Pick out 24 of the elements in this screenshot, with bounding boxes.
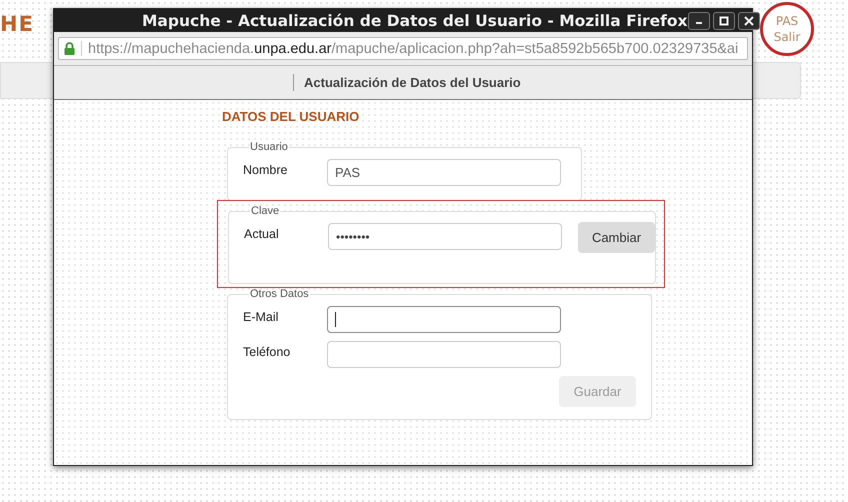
address-bar[interactable]: https://mapuchehacienda.unpa.edu.ar/mapuche/aplicacion.php?ah=st5a8592b565b700.02329735&ai [58, 37, 748, 60]
page-title: Actualización de Datos del Usuario [304, 75, 521, 90]
field-label: Teléfono [243, 344, 292, 359]
password-field[interactable]: •••••••• [328, 223, 562, 250]
section-legend: Otros Datos [249, 288, 310, 300]
input-field[interactable]: PAS [327, 159, 561, 186]
form-heading: DATOS DEL USUARIO [222, 109, 360, 124]
close-icon [744, 16, 754, 26]
minimize-button[interactable] [688, 12, 710, 30]
user-name: PAS [776, 13, 798, 29]
input-field[interactable] [327, 341, 561, 368]
close-button[interactable] [738, 12, 760, 30]
input-field[interactable] [327, 306, 561, 333]
section-legend: Usuario [249, 141, 289, 153]
field-label: E-Mail [243, 309, 280, 324]
section-legend: Clave [250, 205, 280, 217]
maximize-button[interactable] [712, 12, 735, 30]
field-label: Actual [244, 226, 280, 241]
window-title: Mapuche - Actualización de Datos del Usuario - Mozilla Firefox [142, 12, 688, 30]
action-button[interactable]: Cambiar [578, 222, 655, 253]
url-text: https://mapuchehacienda.unpa.edu.ar/mapuche/aplicacion.php?ah=st5a8592b565b700.02329735&ai [88, 40, 738, 56]
maximize-icon [718, 16, 729, 26]
logo-text: HE [0, 12, 34, 36]
field-label: Nombre [243, 162, 288, 177]
